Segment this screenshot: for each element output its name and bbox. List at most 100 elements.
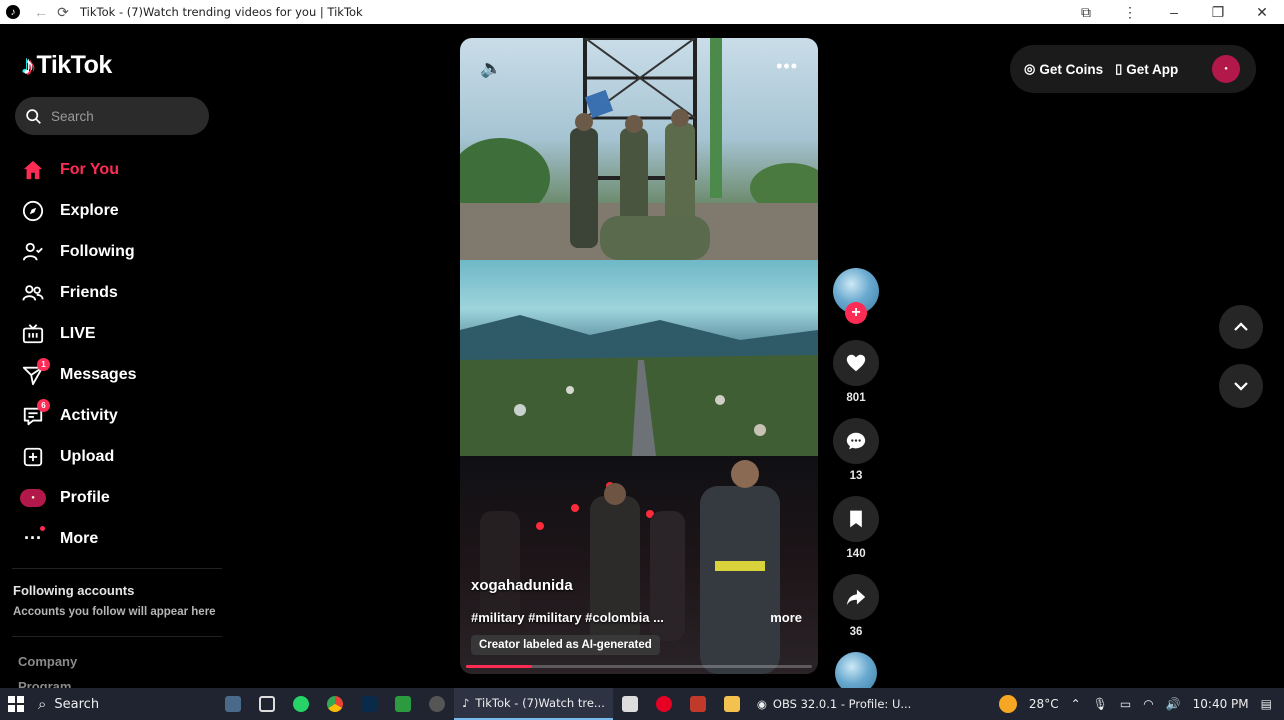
chrome-icon[interactable] [318, 688, 352, 720]
reload-icon[interactable]: ⟳ [52, 1, 74, 23]
activity-icon: 6 [20, 398, 50, 429]
green-app-icon[interactable] [386, 688, 420, 720]
sidebar-nav: For You Explore Following Friends LIVE 1… [20, 149, 220, 559]
sidebar-item-explore[interactable]: Explore [20, 190, 220, 231]
notifications-icon[interactable]: ▤ [1261, 697, 1272, 711]
browser-titlebar: ♪ ← ⟳ TikTok - (7)Watch trending videos … [0, 0, 1284, 24]
weather-temperature[interactable]: 28°C [1029, 697, 1059, 711]
follow-plus-icon[interactable]: + [845, 302, 867, 324]
app-icon[interactable] [613, 688, 647, 720]
taskbar-window-tiktok[interactable]: ♪ TikTok - (7)Watch tre... [454, 688, 613, 720]
messages-badge: 1 [37, 357, 50, 371]
video-frame-valley [460, 260, 818, 456]
sidebar-item-label: Following [60, 242, 135, 260]
task-view-icon[interactable] [250, 688, 284, 720]
header-actions: ◎ Get Coins ▯ Get App ● [1010, 45, 1256, 93]
footer-company-link[interactable]: Company [18, 654, 77, 669]
sidebar-item-following[interactable]: Following [20, 231, 220, 272]
taskbar-window-label: OBS 32.0.1 - Profile: U... [772, 697, 912, 711]
weather-sun-icon [998, 695, 1017, 713]
windows-taskbar: ⌕ Search ♪ TikTok - (7)Watch tre... ◉ OB… [0, 688, 1284, 720]
widgets-icon[interactable] [216, 688, 250, 720]
search-icon [26, 108, 41, 124]
get-app-button[interactable]: ▯ Get App [1115, 61, 1178, 77]
get-coins-label: Get Coins [1039, 61, 1104, 77]
following-accounts-title: Following accounts [13, 583, 135, 598]
save-button[interactable] [833, 496, 879, 542]
home-icon [20, 157, 46, 183]
back-arrow-icon[interactable]: ← [30, 1, 52, 23]
logo-text: TikTok [36, 51, 113, 79]
system-tray: 28°C ⌃ 🎙 ▭ ◠ 🔊 10:40 PM ▤ [993, 688, 1284, 720]
search-box[interactable] [15, 97, 209, 135]
microphone-icon[interactable]: 🎙 [1093, 697, 1108, 711]
tiktok-favicon-icon: ♪ [6, 5, 20, 19]
previous-video-button[interactable] [1219, 305, 1263, 349]
author-avatar[interactable]: + [833, 268, 879, 324]
taskbar-window-obs[interactable]: ◉ OBS 32.0.1 - Profile: U... [749, 688, 919, 720]
caption-more-link[interactable]: more [770, 610, 802, 625]
send-icon: 1 [20, 357, 50, 388]
page-title: TikTok - (7)Watch trending videos for yo… [80, 5, 363, 19]
wifi-icon[interactable]: ◠ [1143, 697, 1153, 711]
compass-icon [20, 198, 46, 224]
sidebar-item-label: LIVE [60, 324, 96, 342]
heart-icon [846, 354, 866, 372]
volume-icon[interactable]: 🔈 [480, 58, 502, 79]
video-player[interactable]: 🔈 ••• xogahadunida #military #military #… [460, 38, 818, 674]
browser-menu-icon[interactable]: ⋮ [1108, 4, 1152, 21]
get-coins-button[interactable]: ◎ Get Coins [1024, 61, 1103, 77]
sidebar-item-label: Friends [60, 283, 118, 301]
extensions-icon[interactable]: ⧉ [1064, 4, 1108, 21]
sidebar-item-label: Profile [60, 488, 110, 506]
like-button[interactable] [833, 340, 879, 386]
store-icon[interactable] [715, 688, 749, 720]
volume-icon[interactable]: 🔊 [1166, 697, 1181, 711]
sidebar-item-messages[interactable]: 1 Messages [20, 354, 220, 395]
sidebar-item-label: Upload [60, 447, 115, 465]
search-icon: ⌕ [38, 695, 47, 713]
video-more-options-icon[interactable]: ••• [776, 56, 798, 77]
chevron-up-icon[interactable]: ⌃ [1071, 697, 1081, 711]
restore-button[interactable]: ❐ [1196, 4, 1240, 21]
sidebar-item-more[interactable]: ··· More [20, 518, 220, 559]
sidebar-item-label: Messages [60, 365, 137, 383]
sidebar-item-friends[interactable]: Friends [20, 272, 220, 313]
profile-avatar: ● [20, 485, 46, 511]
sidebar-item-upload[interactable]: Upload [20, 436, 220, 477]
sidebar-item-live[interactable]: LIVE [20, 313, 220, 354]
minimize-button[interactable]: – [1152, 4, 1196, 20]
video-progress-bar[interactable] [466, 665, 812, 668]
share-button[interactable] [833, 574, 879, 620]
next-video-button[interactable] [1219, 364, 1263, 408]
sidebar-item-activity[interactable]: 6 Activity [20, 395, 220, 436]
video-hashtags[interactable]: #military #military #colombia ... [471, 610, 664, 625]
sidebar-item-profile[interactable]: ● Profile [20, 477, 220, 518]
video-actions: + 801 13 140 36 [832, 268, 880, 694]
battery-icon[interactable]: ▭ [1120, 697, 1131, 711]
user-avatar[interactable]: ● [1212, 55, 1240, 83]
clock-time[interactable]: 10:40 PM [1193, 697, 1249, 711]
sidebar-item-for-you[interactable]: For You [20, 149, 220, 190]
tiktok-logo[interactable]: ♪ TikTok [22, 50, 112, 81]
save-count: 140 [846, 548, 866, 560]
photoshop-icon[interactable] [352, 688, 386, 720]
pinterest-icon[interactable] [647, 688, 681, 720]
camera-app-icon[interactable] [420, 688, 454, 720]
share-count: 36 [849, 626, 863, 638]
following-accounts-hint: Accounts you follow will appear here [13, 606, 216, 618]
windows-start-icon[interactable] [0, 688, 32, 720]
live-tv-icon [20, 321, 46, 347]
taskbar-search-label: Search [54, 696, 100, 712]
comment-button[interactable] [833, 418, 879, 464]
image-editor-icon[interactable] [681, 688, 715, 720]
whatsapp-icon[interactable] [284, 688, 318, 720]
video-author-username[interactable]: xogahadunida [471, 577, 573, 594]
taskbar-search[interactable]: ⌕ Search [38, 690, 216, 718]
close-button[interactable]: ✕ [1240, 4, 1284, 21]
bookmark-icon [850, 510, 862, 528]
search-input[interactable] [51, 108, 191, 124]
coin-icon: ◎ [1024, 61, 1036, 76]
tiktok-icon: ♪ [462, 696, 470, 710]
divider [12, 568, 222, 569]
